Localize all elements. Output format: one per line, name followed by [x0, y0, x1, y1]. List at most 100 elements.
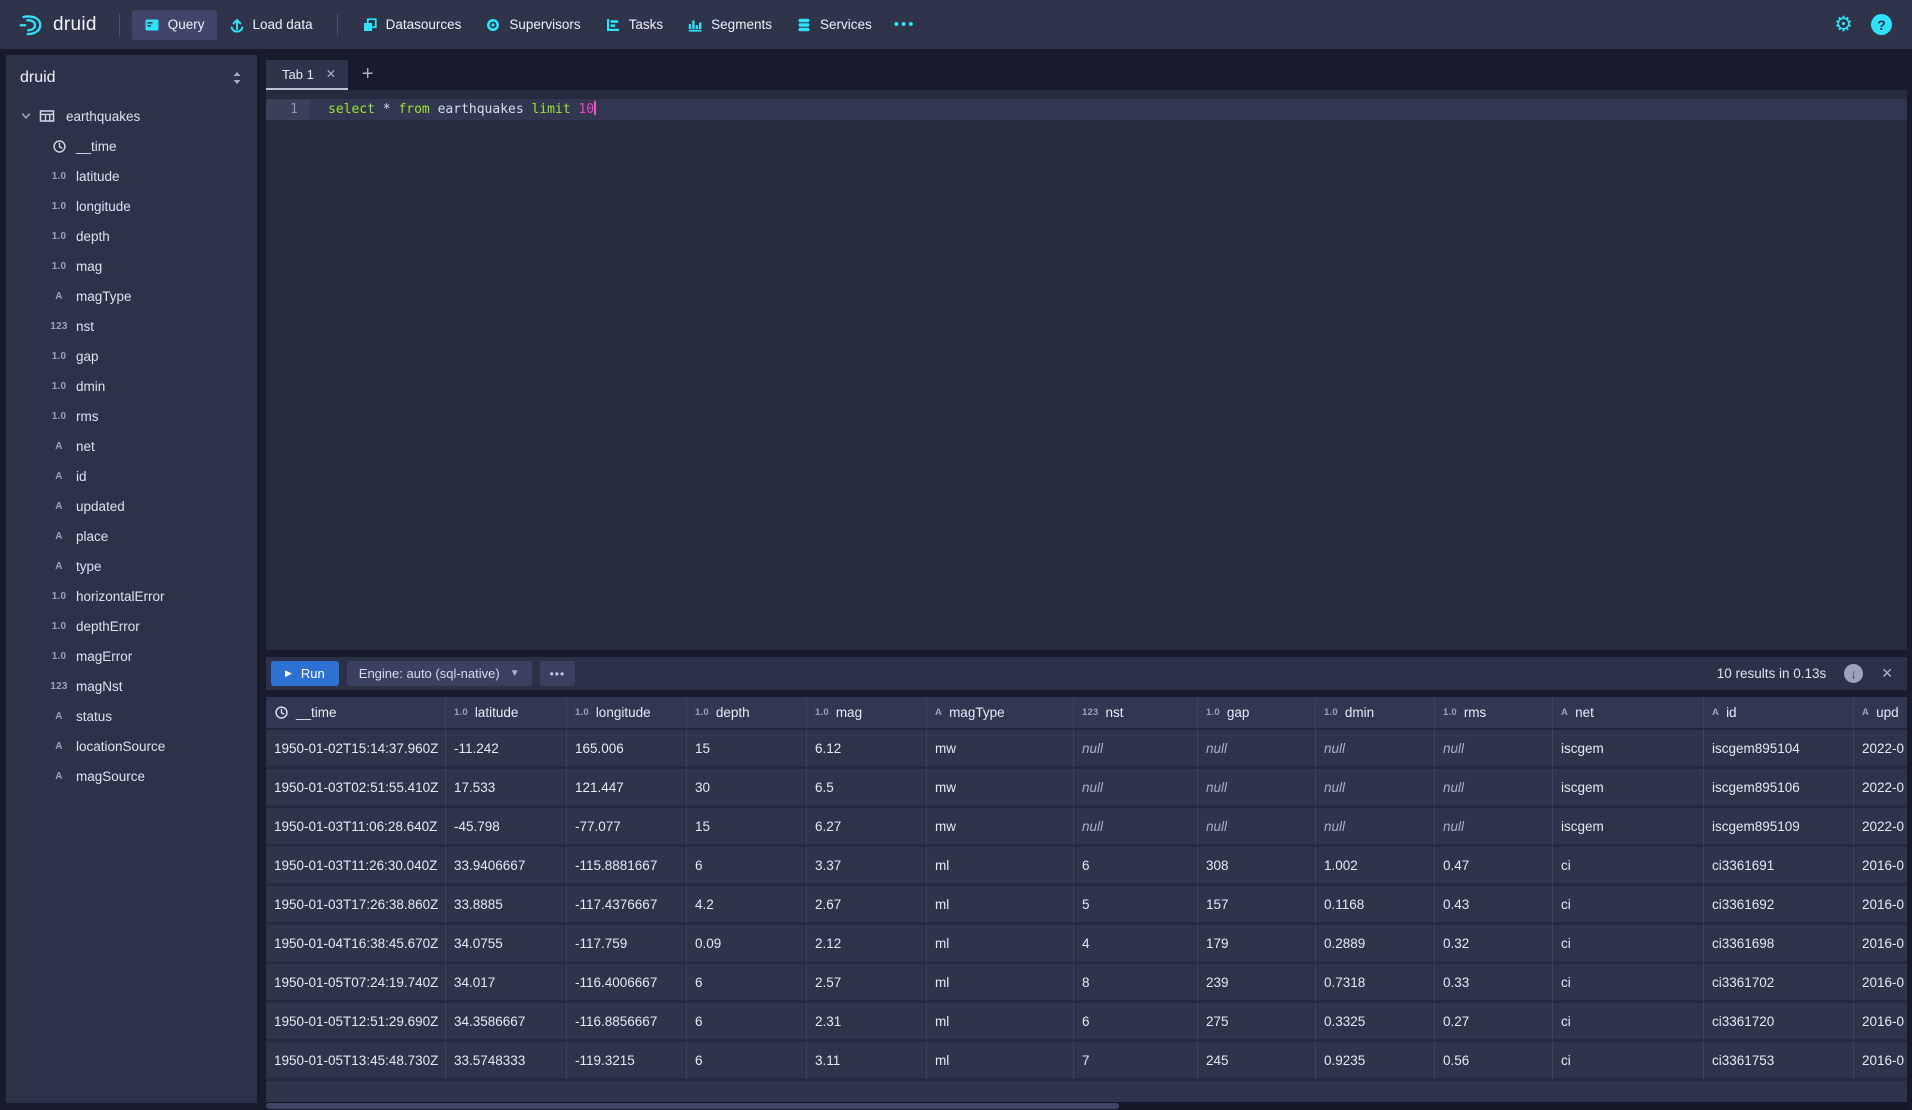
- table-cell[interactable]: 0.43: [1435, 886, 1553, 925]
- new-tab-button[interactable]: +: [348, 63, 388, 90]
- sidebar-column-depth[interactable]: 1.0depth: [6, 221, 257, 251]
- table-cell[interactable]: 0.47: [1435, 847, 1553, 886]
- sql-editor[interactable]: 1 select * from earthquakes limit 10: [266, 90, 1907, 650]
- table-cell[interactable]: 1950-01-03T11:06:28.640Z: [266, 808, 446, 847]
- table-cell[interactable]: ml: [927, 886, 1074, 925]
- table-cell[interactable]: 2016-0: [1854, 925, 1907, 964]
- table-cell[interactable]: 2016-0: [1854, 1042, 1907, 1081]
- table-cell[interactable]: 15: [687, 730, 807, 769]
- sidebar-column-net[interactable]: Anet: [6, 431, 257, 461]
- table-cell[interactable]: 1950-01-05T07:24:19.740Z: [266, 964, 446, 1003]
- table-cell[interactable]: 15: [687, 808, 807, 847]
- table-cell[interactable]: -117.759: [567, 925, 687, 964]
- table-cell[interactable]: ci3361692: [1704, 886, 1854, 925]
- table-cell[interactable]: 30: [687, 769, 807, 808]
- results-column-header-dmin[interactable]: 1.0dmin: [1316, 697, 1435, 730]
- table-cell[interactable]: ml: [927, 925, 1074, 964]
- table-cell[interactable]: null: [1435, 730, 1553, 769]
- nav-item-tasks[interactable]: Tasks: [593, 10, 676, 40]
- table-cell[interactable]: null: [1198, 808, 1316, 847]
- table-cell[interactable]: null: [1198, 730, 1316, 769]
- table-cell[interactable]: mw: [927, 730, 1074, 769]
- table-cell[interactable]: 1950-01-03T17:26:38.860Z: [266, 886, 446, 925]
- table-cell[interactable]: 6.12: [807, 730, 927, 769]
- table-cell[interactable]: 2016-0: [1854, 847, 1907, 886]
- table-cell[interactable]: ci: [1553, 925, 1704, 964]
- close-results-icon[interactable]: ✕: [1881, 665, 1893, 682]
- horizontal-scrollbar[interactable]: [266, 1102, 1907, 1110]
- table-cell[interactable]: ci: [1553, 964, 1704, 1003]
- table-cell[interactable]: 6.27: [807, 808, 927, 847]
- table-cell[interactable]: 3.37: [807, 847, 927, 886]
- table-cell[interactable]: 165.006: [567, 730, 687, 769]
- table-cell[interactable]: 33.9406667: [446, 847, 567, 886]
- table-cell[interactable]: 33.5748333: [446, 1042, 567, 1081]
- table-cell[interactable]: 0.32: [1435, 925, 1553, 964]
- table-cell[interactable]: 17.533: [446, 769, 567, 808]
- results-column-header-nst[interactable]: 123nst: [1074, 697, 1198, 730]
- sidebar-column-longitude[interactable]: 1.0longitude: [6, 191, 257, 221]
- results-column-header-upd[interactable]: Aupd: [1854, 697, 1907, 730]
- table-cell[interactable]: 245: [1198, 1042, 1316, 1081]
- sidebar-column-magType[interactable]: AmagType: [6, 281, 257, 311]
- table-cell[interactable]: 0.2889: [1316, 925, 1435, 964]
- sidebar-column-magError[interactable]: 1.0magError: [6, 641, 257, 671]
- schema-selector[interactable]: druid: [6, 55, 257, 97]
- horizontal-scrollbar-thumb[interactable]: [266, 1103, 1119, 1109]
- results-column-header-rms[interactable]: 1.0rms: [1435, 697, 1553, 730]
- nav-item-load-data[interactable]: Load data: [217, 10, 325, 40]
- sidebar-column-horizontalError[interactable]: 1.0horizontalError: [6, 581, 257, 611]
- run-button[interactable]: ▶ Run: [271, 661, 339, 686]
- sidebar-column-updated[interactable]: Aupdated: [6, 491, 257, 521]
- tab-1[interactable]: Tab 1 ✕: [266, 60, 348, 90]
- chevron-down-icon[interactable]: [20, 110, 32, 122]
- table-cell[interactable]: 1950-01-05T13:45:48.730Z: [266, 1042, 446, 1081]
- table-cell[interactable]: 2022-0: [1854, 730, 1907, 769]
- table-cell[interactable]: 2.57: [807, 964, 927, 1003]
- sidebar-column-place[interactable]: Aplace: [6, 521, 257, 551]
- engine-select[interactable]: Engine: auto (sql-native) ▼: [347, 661, 532, 686]
- table-cell[interactable]: iscgem: [1553, 808, 1704, 847]
- results-column-header-latitude[interactable]: 1.0latitude: [446, 697, 567, 730]
- table-cell[interactable]: 1950-01-03T11:26:30.040Z: [266, 847, 446, 886]
- settings-gear-icon[interactable]: ⚙: [1834, 14, 1853, 35]
- table-cell[interactable]: 4.2: [687, 886, 807, 925]
- table-cell[interactable]: ml: [927, 847, 1074, 886]
- table-cell[interactable]: 0.09: [687, 925, 807, 964]
- sidebar-column-depthError[interactable]: 1.0depthError: [6, 611, 257, 641]
- table-cell[interactable]: null: [1435, 808, 1553, 847]
- table-cell[interactable]: ml: [927, 964, 1074, 1003]
- results-column-header-id[interactable]: Aid: [1704, 697, 1854, 730]
- table-cell[interactable]: 0.9235: [1316, 1042, 1435, 1081]
- table-cell[interactable]: mw: [927, 769, 1074, 808]
- table-cell[interactable]: 2016-0: [1854, 964, 1907, 1003]
- table-cell[interactable]: null: [1316, 808, 1435, 847]
- nav-more-button[interactable]: •••: [884, 16, 926, 33]
- table-cell[interactable]: 6: [687, 1042, 807, 1081]
- sidebar-column-mag[interactable]: 1.0mag: [6, 251, 257, 281]
- table-cell[interactable]: 6: [687, 1003, 807, 1042]
- sidebar-column-locationSource[interactable]: AlocationSource: [6, 731, 257, 761]
- tab-close-icon[interactable]: ✕: [326, 67, 336, 81]
- table-cell[interactable]: 308: [1198, 847, 1316, 886]
- table-cell[interactable]: 33.8885: [446, 886, 567, 925]
- table-cell[interactable]: 0.27: [1435, 1003, 1553, 1042]
- results-column-header-longitude[interactable]: 1.0longitude: [567, 697, 687, 730]
- table-cell[interactable]: 1.002: [1316, 847, 1435, 886]
- help-icon[interactable]: ?: [1871, 14, 1892, 35]
- table-cell[interactable]: ml: [927, 1042, 1074, 1081]
- table-cell[interactable]: -115.8881667: [567, 847, 687, 886]
- table-cell[interactable]: ci3361698: [1704, 925, 1854, 964]
- table-cell[interactable]: -11.242: [446, 730, 567, 769]
- table-cell[interactable]: 6: [1074, 1003, 1198, 1042]
- table-cell[interactable]: 2.12: [807, 925, 927, 964]
- results-column-header-net[interactable]: Anet: [1553, 697, 1704, 730]
- sidebar-column-__time[interactable]: __time: [6, 131, 257, 161]
- table-cell[interactable]: ci3361702: [1704, 964, 1854, 1003]
- table-cell[interactable]: ci: [1553, 886, 1704, 925]
- table-cell[interactable]: iscgem895104: [1704, 730, 1854, 769]
- druid-logo[interactable]: druid: [14, 12, 107, 38]
- sidebar-column-latitude[interactable]: 1.0latitude: [6, 161, 257, 191]
- table-cell[interactable]: mw: [927, 808, 1074, 847]
- sql-editor-line-1[interactable]: 1 select * from earthquakes limit 10: [266, 99, 1907, 120]
